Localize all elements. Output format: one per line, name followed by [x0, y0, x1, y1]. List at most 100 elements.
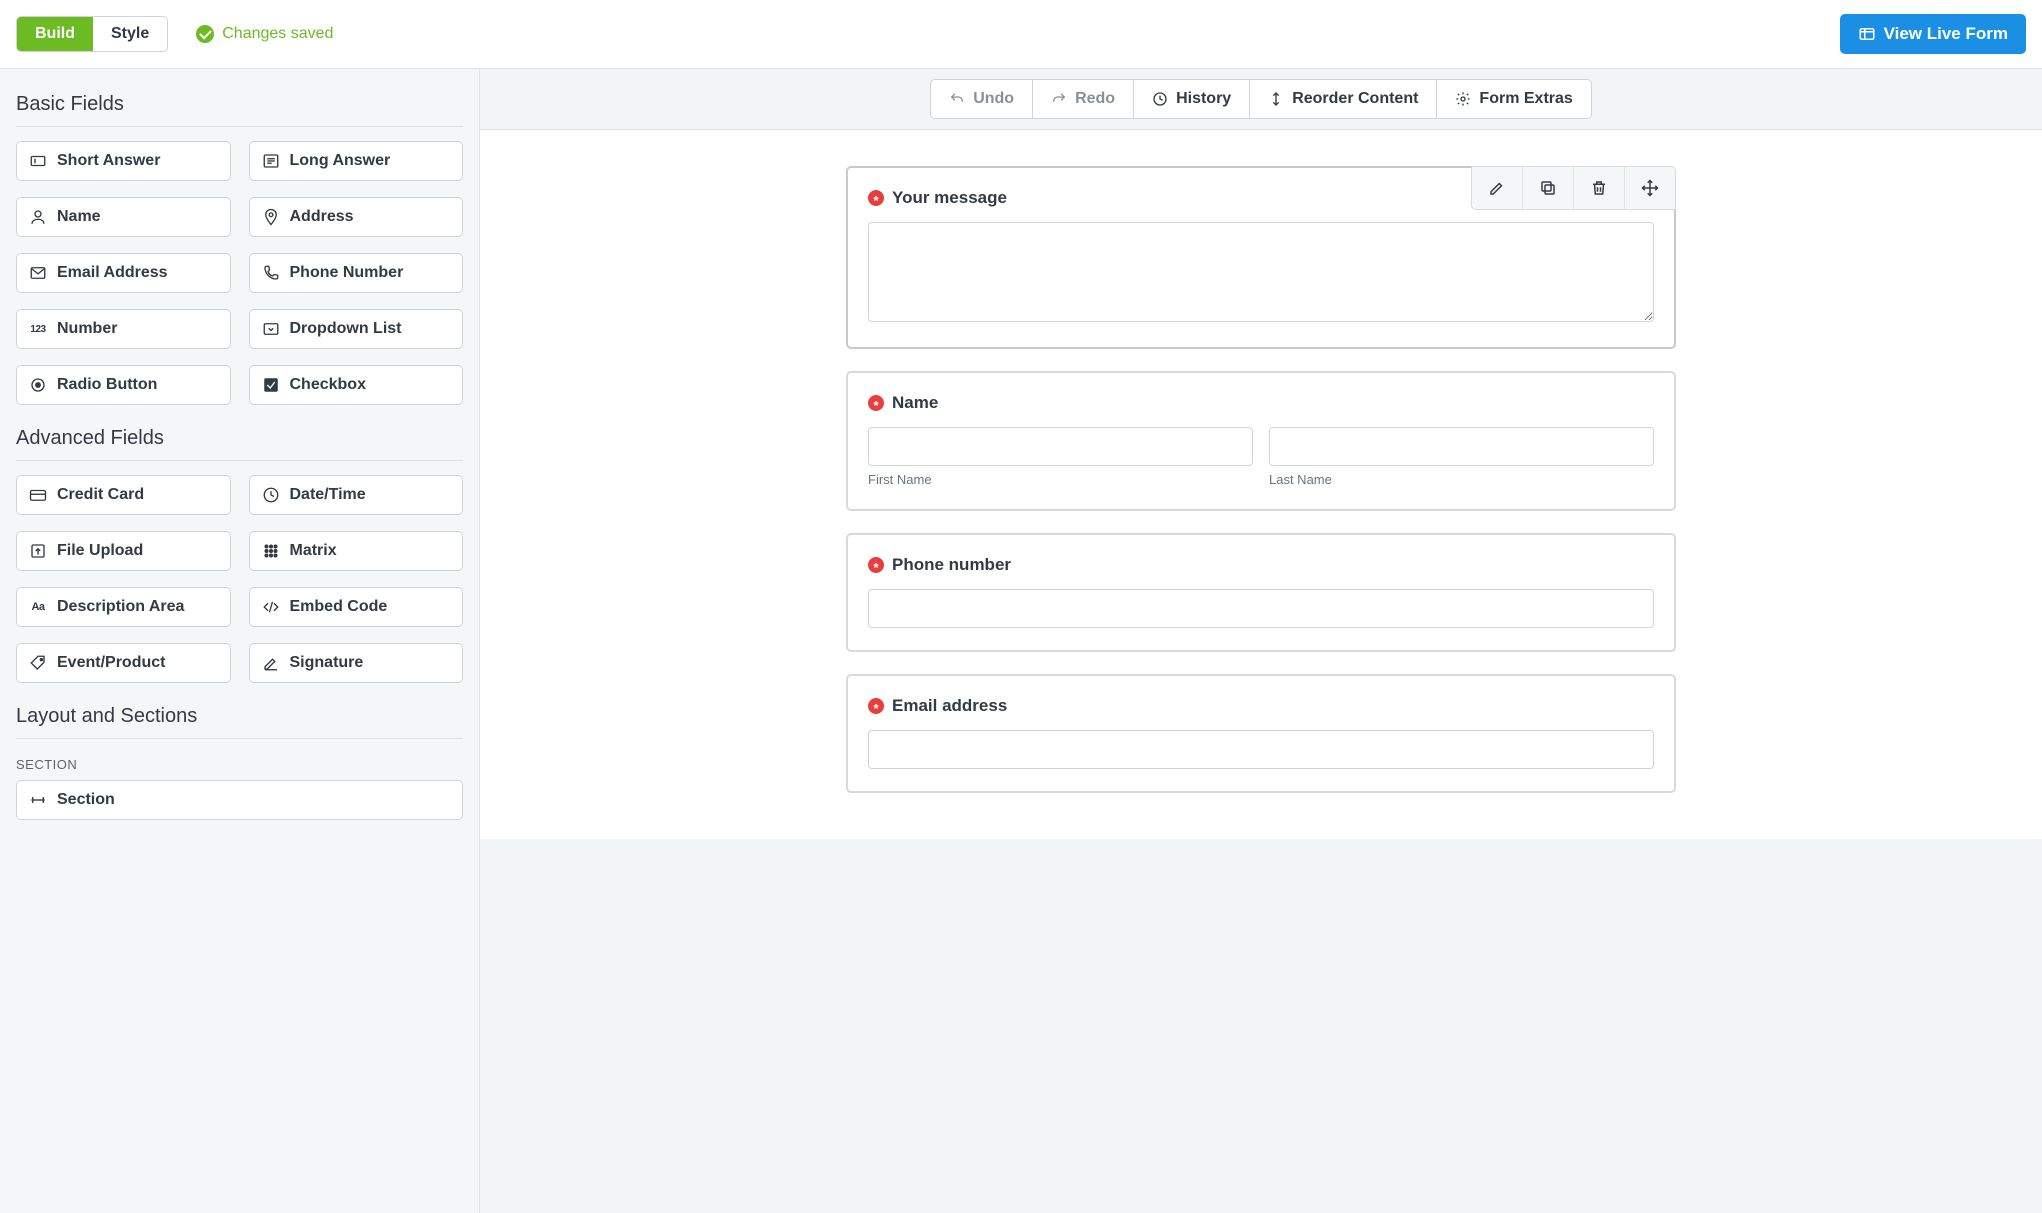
redo-icon: [1051, 91, 1067, 107]
first-name-input[interactable]: [868, 427, 1253, 466]
duplicate-button[interactable]: [1522, 167, 1573, 209]
copy-icon: [1539, 179, 1557, 197]
field-label: Checkbox: [290, 376, 366, 394]
divider: [16, 738, 463, 739]
view-live-form-label: View Live Form: [1884, 24, 2008, 44]
move-button[interactable]: [1624, 167, 1675, 209]
required-icon: [868, 557, 884, 573]
field-phone-number[interactable]: Phone Number: [249, 253, 464, 293]
field-date-time[interactable]: Date/Time: [249, 475, 464, 515]
pin-icon: [262, 208, 280, 226]
required-icon: [868, 395, 884, 411]
field-email-address[interactable]: Email Address: [16, 253, 231, 293]
block-label-text: Phone number: [892, 555, 1011, 575]
form-block-phone[interactable]: Phone number: [846, 533, 1676, 652]
field-label: Signature: [290, 654, 364, 672]
message-textarea[interactable]: [868, 222, 1654, 322]
pencil-icon: [1488, 179, 1506, 197]
field-description-area[interactable]: Aa Description Area: [16, 587, 231, 627]
undo-button[interactable]: Undo: [931, 80, 1033, 118]
signature-icon: [262, 654, 280, 672]
section-icon: [29, 791, 47, 809]
last-name-sublabel: Last Name: [1269, 472, 1654, 487]
divider: [16, 460, 463, 461]
text-icon: Aa: [29, 598, 47, 616]
matrix-icon: [262, 542, 280, 560]
redo-button[interactable]: Redo: [1033, 80, 1134, 118]
field-name[interactable]: Name: [16, 197, 231, 237]
field-label: Number: [57, 320, 117, 338]
field-file-upload[interactable]: File Upload: [16, 531, 231, 571]
field-label: Event/Product: [57, 654, 165, 672]
email-input[interactable]: [868, 730, 1654, 769]
field-label: Embed Code: [290, 598, 388, 616]
form-block-name[interactable]: Name First Name Last Name: [846, 371, 1676, 511]
redo-label: Redo: [1075, 90, 1115, 108]
envelope-icon: [29, 264, 47, 282]
field-label: Long Answer: [290, 152, 391, 170]
undo-label: Undo: [973, 90, 1014, 108]
field-label: Credit Card: [57, 486, 144, 504]
reorder-icon: [1268, 91, 1284, 107]
view-live-form-button[interactable]: View Live Form: [1840, 14, 2026, 54]
history-button[interactable]: History: [1134, 80, 1250, 118]
field-radio-button[interactable]: Radio Button: [16, 365, 231, 405]
field-label: Address: [290, 208, 354, 226]
field-number[interactable]: 123 Number: [16, 309, 231, 349]
advanced-fields-title: Advanced Fields: [16, 427, 463, 450]
field-credit-card[interactable]: Credit Card: [16, 475, 231, 515]
required-icon: [868, 190, 884, 206]
form-block-message[interactable]: Your message: [846, 166, 1676, 349]
form-block-email[interactable]: Email address: [846, 674, 1676, 793]
phone-icon: [262, 264, 280, 282]
reorder-label: Reorder Content: [1292, 90, 1418, 108]
sidebar: Basic Fields Short Answer Long Answer Na…: [0, 69, 480, 1213]
trash-icon: [1590, 179, 1608, 197]
field-label: Phone Number: [290, 264, 404, 282]
first-name-sublabel: First Name: [868, 472, 1253, 487]
short-answer-icon: [29, 152, 47, 170]
field-label: Dropdown List: [290, 320, 402, 338]
reorder-button[interactable]: Reorder Content: [1250, 80, 1437, 118]
section-subheader: SECTION: [16, 757, 463, 772]
form-extras-button[interactable]: Form Extras: [1437, 80, 1590, 118]
form-canvas: Your message Name First Name: [480, 130, 2042, 839]
field-label: Section: [57, 791, 115, 809]
upload-icon: [29, 542, 47, 560]
last-name-input[interactable]: [1269, 427, 1654, 466]
field-embed-code[interactable]: Embed Code: [249, 587, 464, 627]
move-icon: [1641, 179, 1659, 197]
field-signature[interactable]: Signature: [249, 643, 464, 683]
field-address[interactable]: Address: [249, 197, 464, 237]
save-status-text: Changes saved: [222, 25, 333, 43]
block-actions: [1471, 166, 1676, 210]
field-short-answer[interactable]: Short Answer: [16, 141, 231, 181]
basic-fields-title: Basic Fields: [16, 93, 463, 116]
tab-style[interactable]: Style: [93, 17, 167, 51]
field-label: Name: [57, 208, 101, 226]
field-label: Date/Time: [290, 486, 366, 504]
block-label-text: Email address: [892, 696, 1007, 716]
field-section[interactable]: Section: [16, 780, 463, 820]
field-dropdown-list[interactable]: Dropdown List: [249, 309, 464, 349]
main: Undo Redo History Reorder Content Form E…: [480, 69, 2042, 1213]
field-matrix[interactable]: Matrix: [249, 531, 464, 571]
phone-input[interactable]: [868, 589, 1654, 628]
edit-button[interactable]: [1472, 167, 1522, 209]
block-label-text: Name: [892, 393, 938, 413]
block-label-text: Your message: [892, 188, 1007, 208]
delete-button[interactable]: [1573, 167, 1624, 209]
dropdown-icon: [262, 320, 280, 338]
field-event-product[interactable]: Event/Product: [16, 643, 231, 683]
field-label: Radio Button: [57, 376, 157, 394]
check-circle-icon: [196, 25, 214, 43]
tag-icon: [29, 654, 47, 672]
field-long-answer[interactable]: Long Answer: [249, 141, 464, 181]
field-label: Email Address: [57, 264, 168, 282]
radio-icon: [29, 376, 47, 394]
history-icon: [1152, 91, 1168, 107]
field-label: Short Answer: [57, 152, 160, 170]
tab-build[interactable]: Build: [17, 17, 93, 51]
field-checkbox[interactable]: Checkbox: [249, 365, 464, 405]
long-answer-icon: [262, 152, 280, 170]
